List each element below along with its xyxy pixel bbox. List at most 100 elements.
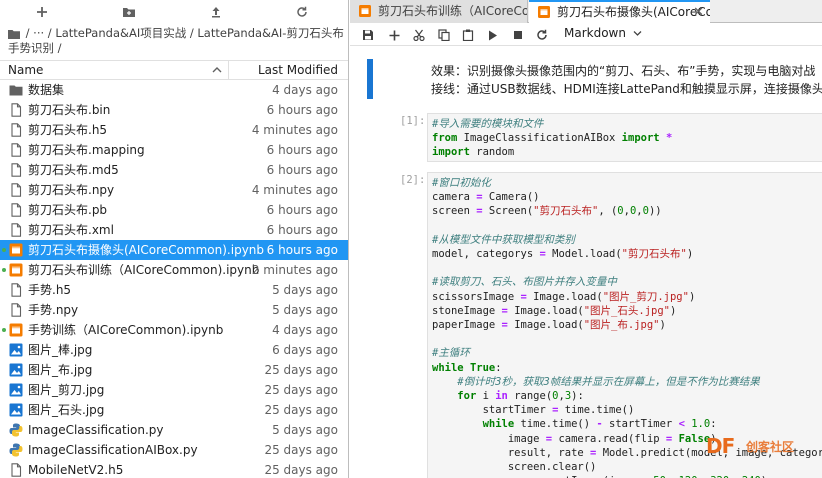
- file-name: 剪刀石头布.pb: [28, 203, 108, 217]
- file-row[interactable]: 剪刀石头布训练（AICoreCommon).ipynb 2 minutes ago: [0, 260, 348, 280]
- file-row[interactable]: 剪刀石头布.npy 4 minutes ago: [0, 180, 348, 200]
- sort-ascending-icon[interactable]: [212, 62, 222, 78]
- notebook-icon: [359, 5, 371, 17]
- play-icon: [489, 30, 497, 40]
- active-cell-indicator: [367, 59, 373, 99]
- file-row[interactable]: ImageClassification.py 5 days ago: [0, 420, 348, 440]
- file-name: 手势训练（AICoreCommon).ipynb: [28, 323, 224, 337]
- cell-prompt: [1]:: [400, 115, 426, 127]
- column-divider[interactable]: [228, 61, 229, 79]
- insert-cell-button[interactable]: [386, 27, 402, 43]
- file-icon: [9, 203, 23, 217]
- save-button[interactable]: [360, 27, 376, 43]
- image-icon: [9, 383, 23, 397]
- file-row[interactable]: 剪刀石头布.mapping 6 hours ago: [0, 140, 348, 160]
- file-modified: 6 hours ago: [266, 223, 338, 237]
- file-modified: 4 minutes ago: [251, 183, 338, 197]
- tab-camera-notebook[interactable]: 剪刀石头布摄像头(AICoreCo ✕: [529, 0, 710, 23]
- paste-button[interactable]: [460, 27, 476, 43]
- column-name[interactable]: Name: [8, 63, 43, 77]
- close-icon[interactable]: ✕: [693, 2, 704, 23]
- file-name: 图片_布.jpg: [28, 363, 93, 377]
- file-list-header: Name Last Modified: [0, 60, 348, 80]
- folder-icon: [8, 30, 20, 39]
- run-button[interactable]: [485, 27, 501, 43]
- plus-icon: [37, 7, 47, 17]
- copy-button[interactable]: [436, 27, 452, 43]
- file-icon: [9, 163, 23, 177]
- file-name: 图片_石头.jpg: [28, 403, 105, 417]
- file-row[interactable]: 图片_石头.jpg 25 days ago: [0, 400, 348, 420]
- file-modified: 6 hours ago: [266, 103, 338, 117]
- code-cell-1[interactable]: [1]: #导入需要的模块和文件 from ImageClassificatio…: [350, 113, 822, 163]
- file-row[interactable]: 图片_棒.jpg 6 days ago: [0, 340, 348, 360]
- new-folder-icon: [123, 8, 135, 17]
- tab-bar: 剪刀石头布训练（AICoreCo 剪刀石头布摄像头(AICoreCo ✕: [350, 0, 822, 23]
- interrupt-button[interactable]: [510, 27, 526, 43]
- running-indicator: [2, 268, 6, 272]
- breadcrumb[interactable]: / ··· / LattePanda&AI项目实战 / LattePanda&A…: [8, 26, 344, 56]
- breadcrumb-path[interactable]: / ··· / LattePanda&AI项目实战 / LattePanda&A…: [8, 26, 344, 55]
- file-row[interactable]: 手势训练（AICoreCommon).ipynb 4 days ago: [0, 320, 348, 340]
- cell-type-select[interactable]: Markdown: [564, 26, 642, 40]
- column-last-modified[interactable]: Last Modified: [258, 63, 338, 77]
- file-modified: 5 days ago: [272, 283, 338, 297]
- file-name: 剪刀石头布.mapping: [28, 143, 145, 157]
- new-folder-button[interactable]: [120, 3, 138, 21]
- file-browser-toolbar: [0, 0, 348, 24]
- upload-button[interactable]: [207, 3, 225, 21]
- file-modified: 6 hours ago: [266, 143, 338, 157]
- paste-icon: [462, 29, 474, 41]
- file-row[interactable]: 图片_剪刀.jpg 25 days ago: [0, 380, 348, 400]
- file-row[interactable]: MobileNetV2.h5 25 days ago: [0, 460, 348, 478]
- file-name: 剪刀石头布.xml: [28, 223, 114, 237]
- code-editor[interactable]: #导入需要的模块和文件 from ImageClassificationAIBo…: [427, 113, 822, 162]
- file-row[interactable]: 图片_布.jpg 25 days ago: [0, 360, 348, 380]
- code-text[interactable]: #导入需要的模块和文件 from ImageClassificationAIBo…: [428, 114, 822, 160]
- file-row[interactable]: 剪刀石头布摄像头(AICoreCommon).ipynb 6 hours ago: [0, 240, 348, 260]
- file-name: ImageClassification.py: [28, 423, 164, 437]
- file-list: 数据集 4 days ago 剪刀石头布.bin 6 hours ago 剪刀石头布.h…: [0, 80, 348, 478]
- cut-button[interactable]: [411, 27, 427, 43]
- file-name: 剪刀石头布训练（AICoreCommon).ipynb: [28, 263, 260, 277]
- file-row[interactable]: 剪刀石头布.xml 6 hours ago: [0, 220, 348, 240]
- file-name: 手势.npy: [28, 303, 79, 317]
- code-text[interactable]: #窗口初始化 camera = Camera() screen = Screen…: [428, 173, 822, 478]
- file-name: 图片_棒.jpg: [28, 343, 93, 357]
- refresh-button[interactable]: [293, 3, 311, 21]
- running-indicator: [2, 328, 6, 332]
- file-modified: 25 days ago: [264, 383, 338, 397]
- save-icon: [363, 30, 373, 40]
- restart-icon: [537, 29, 547, 40]
- file-row[interactable]: 数据集 4 days ago: [0, 80, 348, 100]
- refresh-icon: [297, 6, 307, 17]
- file-modified: 4 minutes ago: [251, 123, 338, 137]
- file-row[interactable]: 剪刀石头布.pb 6 hours ago: [0, 200, 348, 220]
- scissors-icon: [413, 29, 425, 41]
- file-row[interactable]: 手势.npy 5 days ago: [0, 300, 348, 320]
- file-modified: 2 minutes ago: [251, 263, 338, 277]
- python-icon: [9, 423, 23, 437]
- code-editor[interactable]: #窗口初始化 camera = Camera() screen = Screen…: [427, 172, 822, 478]
- file-row[interactable]: 手势.h5 5 days ago: [0, 280, 348, 300]
- file-modified: 5 days ago: [272, 423, 338, 437]
- restart-button[interactable]: [534, 27, 550, 43]
- file-row[interactable]: 剪刀石头布.h5 4 minutes ago: [0, 120, 348, 140]
- file-row[interactable]: 剪刀石头布.bin 6 hours ago: [0, 100, 348, 120]
- new-launcher-button[interactable]: [33, 3, 51, 21]
- upload-icon: [212, 7, 220, 18]
- cell-prompt: [2]:: [400, 174, 426, 186]
- markdown-cell[interactable]: 效果：识别摄像头摄像范围内的“剪刀、石头、布”手势，实现与电脑对战 接线：通过U…: [350, 55, 822, 103]
- code-cell-2[interactable]: [2]: #窗口初始化 camera = Camera() screen = S…: [350, 172, 822, 478]
- file-row[interactable]: ImageClassificationAIBox.py 25 days ago: [0, 440, 348, 460]
- tab-training-notebook[interactable]: 剪刀石头布训练（AICoreCo: [350, 0, 528, 23]
- image-icon: [9, 363, 23, 377]
- file-name: 手势.h5: [28, 283, 72, 297]
- file-name: 剪刀石头布.md5: [28, 163, 119, 177]
- file-modified: 6 hours ago: [266, 243, 338, 257]
- file-icon: [9, 143, 23, 157]
- file-name: 剪刀石头布.bin: [28, 103, 111, 117]
- watermark-logo: DF 创客社区: [692, 434, 822, 464]
- markdown-line-wiring: 接线：通过USB数据线、HDMI连接LattePand和触摸显示屏，连接摄像头: [431, 82, 822, 96]
- file-row[interactable]: 剪刀石头布.md5 6 hours ago: [0, 160, 348, 180]
